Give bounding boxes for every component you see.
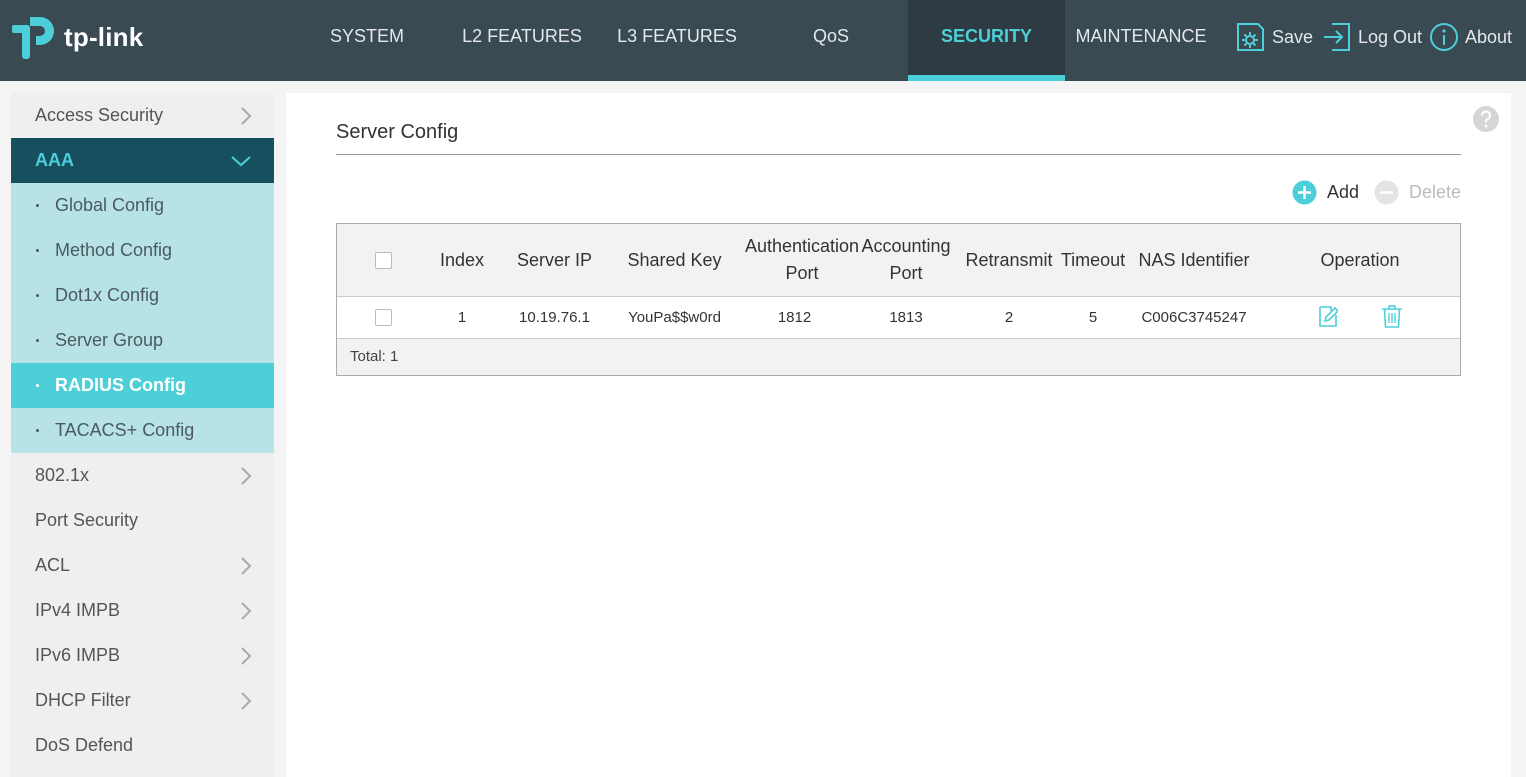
sidebar-subitem-tacacs-config[interactable]: TACACS+ Config bbox=[11, 408, 274, 453]
col-auth-port-line1: Authentication bbox=[744, 236, 860, 256]
sidebar-item-dos-defend[interactable]: DoS Defend bbox=[11, 723, 274, 768]
table-row: 1 10.19.76.1 YouPa$$w0rd 1812 1813 2 5 C… bbox=[337, 297, 1460, 339]
sidebar-subitem-radius-config[interactable]: RADIUS Config bbox=[11, 363, 274, 408]
col-retransmit: Retransmit bbox=[965, 249, 1053, 270]
edit-cell bbox=[1305, 297, 1351, 338]
chevron-right-icon bbox=[240, 543, 252, 588]
add-label: Add bbox=[1327, 181, 1360, 202]
tab-qos[interactable]: QoS bbox=[772, 0, 890, 81]
select-all-cell bbox=[359, 224, 407, 296]
minus-circle-icon bbox=[1374, 180, 1399, 204]
logo-text: tp-link bbox=[64, 21, 144, 52]
sidebar-item-label: AAA bbox=[35, 150, 74, 170]
sidebar-item-ipv6-impb[interactable]: IPv6 IMPB bbox=[11, 633, 274, 678]
save-gear-icon bbox=[1237, 23, 1264, 51]
tab-maintenance[interactable]: MAINTENANCE bbox=[1068, 0, 1214, 81]
sidebar-item-dhcp-filter[interactable]: DHCP Filter bbox=[11, 678, 274, 723]
logout-button[interactable]: Log Out bbox=[1322, 20, 1422, 54]
cell-nas-identifier: C006C3745247 bbox=[1141, 309, 1247, 326]
col-operation: Operation bbox=[1320, 249, 1400, 270]
col-index: Index bbox=[439, 249, 485, 270]
chevron-down-icon bbox=[230, 138, 252, 183]
sidebar-item-aaa[interactable]: AAA bbox=[11, 138, 274, 183]
col-shared-key: Shared Key bbox=[627, 249, 722, 270]
cell-shared-key: YouPa$$w0rd bbox=[628, 309, 721, 326]
chevron-right-icon bbox=[240, 453, 252, 498]
select-all-checkbox[interactable] bbox=[374, 251, 392, 269]
logout-icon bbox=[1324, 23, 1350, 51]
sidebar-subitem-dot1x-config[interactable]: Dot1x Config bbox=[11, 273, 274, 318]
section-title: Server Config bbox=[336, 121, 1461, 155]
sidebar-item-acl[interactable]: ACL bbox=[11, 543, 274, 588]
sidebar-subitem-global-config[interactable]: Global Config bbox=[11, 183, 274, 228]
col-auth-port-line2: Port bbox=[785, 263, 819, 283]
sidebar-item-label: ACL bbox=[35, 555, 71, 575]
cell-auth-port: 1812 bbox=[777, 309, 812, 326]
sidebar-item-ipv4-impb[interactable]: IPv4 IMPB bbox=[11, 588, 274, 633]
row-checkbox[interactable] bbox=[374, 309, 392, 326]
cell-server-ip: 10.19.76.1 bbox=[519, 309, 590, 326]
chevron-right-icon bbox=[240, 633, 252, 678]
sidebar-item-label: DoS Defend bbox=[35, 735, 134, 755]
chevron-right-icon bbox=[240, 93, 252, 138]
col-nas-identifier: NAS Identifier bbox=[1138, 249, 1250, 270]
server-config-table: Index Server IP Shared Key Authenticatio… bbox=[336, 223, 1461, 376]
col-timeout: Timeout bbox=[1060, 249, 1126, 270]
cell-timeout: 5 bbox=[1088, 309, 1098, 326]
sidebar-item-label: Port Security bbox=[35, 510, 139, 530]
table-footer-total: Total: 1 bbox=[337, 339, 1460, 375]
tab-system[interactable]: SYSTEM bbox=[308, 0, 426, 81]
sidebar-item-8021x[interactable]: 802.1x bbox=[11, 453, 274, 498]
main-panel: Server Config Add Delete Index Server IP… bbox=[286, 93, 1511, 777]
edit-icon[interactable] bbox=[1318, 304, 1340, 332]
sidebar-subitem-method-config[interactable]: Method Config bbox=[11, 228, 274, 273]
sidebar-item-label: Access Security bbox=[35, 105, 164, 125]
help-icon[interactable] bbox=[1472, 105, 1500, 138]
tab-l3-features[interactable]: L3 FEATURES bbox=[608, 0, 746, 81]
sidebar-item-label: 802.1x bbox=[35, 465, 90, 485]
chevron-right-icon bbox=[240, 678, 252, 723]
col-acct-port: Accounting Port bbox=[857, 224, 955, 296]
delete-label: Delete bbox=[1409, 181, 1462, 202]
row-select-cell bbox=[359, 297, 407, 338]
sidebar-item-label: DHCP Filter bbox=[35, 690, 131, 710]
sidebar-item-label: IPv4 IMPB bbox=[35, 600, 121, 620]
sidebar-subitem-server-group[interactable]: Server Group bbox=[11, 318, 274, 363]
sidebar: Access Security AAA Global Config Method… bbox=[11, 93, 274, 777]
cell-retransmit: 2 bbox=[1004, 309, 1014, 326]
plus-circle-icon bbox=[1292, 180, 1317, 204]
col-auth-port: Authentication Port bbox=[742, 224, 862, 296]
save-label: Save bbox=[1272, 26, 1314, 47]
trash-cell bbox=[1369, 297, 1415, 338]
trash-icon[interactable] bbox=[1381, 304, 1403, 332]
cell-acct-port: 1813 bbox=[889, 309, 923, 326]
tp-link-logo[interactable]: tp-link bbox=[10, 12, 143, 62]
tab-l2-features[interactable]: L2 FEATURES bbox=[453, 0, 591, 81]
table-header: Index Server IP Shared Key Authenticatio… bbox=[337, 224, 1460, 297]
info-icon bbox=[1430, 23, 1458, 51]
cell-index: 1 bbox=[457, 309, 467, 326]
top-navigation-bar: tp-link SYSTEM L2 FEATURES L3 FEATURES Q… bbox=[0, 0, 1526, 81]
about-label: About bbox=[1465, 26, 1513, 47]
save-button[interactable]: Save bbox=[1234, 20, 1313, 54]
tp-link-logo-icon bbox=[12, 17, 54, 59]
col-acct-port-line1: Accounting bbox=[861, 236, 951, 256]
delete-button[interactable]: Delete bbox=[1374, 179, 1461, 205]
col-acct-port-line2: Port bbox=[889, 263, 923, 283]
sidebar-item-label: IPv6 IMPB bbox=[35, 645, 121, 665]
about-button[interactable]: About bbox=[1429, 20, 1512, 54]
tab-security[interactable]: SECURITY bbox=[908, 0, 1065, 81]
logout-label: Log Out bbox=[1358, 26, 1423, 47]
sidebar-item-port-security[interactable]: Port Security bbox=[11, 498, 274, 543]
sidebar-item-access-security[interactable]: Access Security bbox=[11, 93, 274, 138]
col-server-ip: Server IP bbox=[516, 249, 593, 270]
add-button[interactable]: Add bbox=[1292, 179, 1359, 205]
chevron-right-icon bbox=[240, 588, 252, 633]
